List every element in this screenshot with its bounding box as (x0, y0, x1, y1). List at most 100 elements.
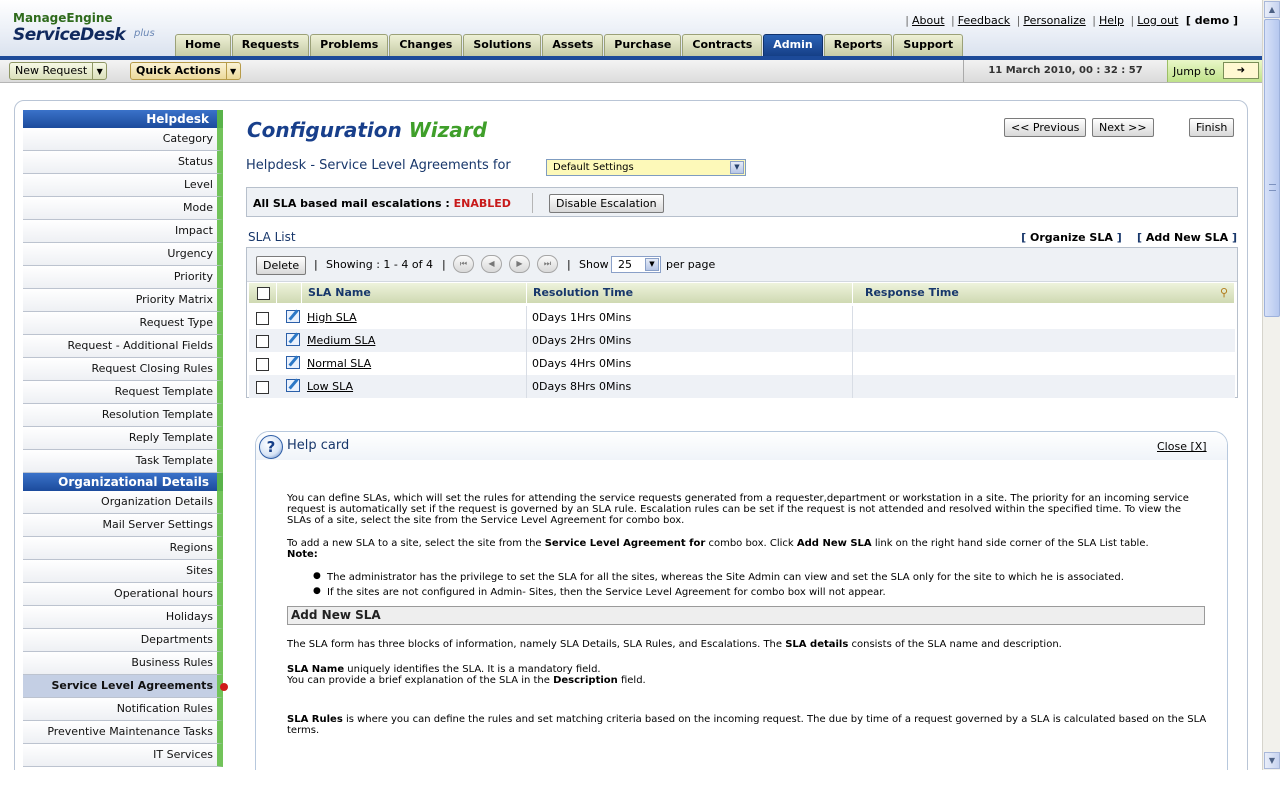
sidebar-item-request-closing-rules[interactable]: Request Closing Rules (23, 358, 223, 381)
sidebar-item-notification-rules[interactable]: Notification Rules (23, 698, 223, 721)
chevron-down-icon[interactable]: ▼ (730, 161, 744, 174)
edit-icon[interactable] (286, 356, 300, 369)
chevron-down-icon[interactable]: ▼ (225, 63, 240, 79)
next-page-icon[interactable]: ▶ (509, 255, 530, 273)
help-card-header: ? Help card Close [X] (256, 432, 1227, 460)
sidebar-item-service-level-agreements[interactable]: Service Level Agreements (23, 675, 228, 698)
response-time (853, 375, 1235, 398)
jump-to-icon[interactable]: ➜ (1223, 62, 1259, 79)
last-page-icon[interactable]: ⏭ (537, 255, 558, 273)
quick-actions-button[interactable]: Quick Actions ▼ (130, 62, 241, 80)
help-link[interactable]: Help (1099, 14, 1124, 27)
sidebar-item-priority-matrix[interactable]: Priority Matrix (23, 289, 223, 312)
sla-name-link[interactable]: Normal SLA (307, 357, 371, 370)
tab-purchase[interactable]: Purchase (604, 34, 682, 56)
about-link[interactable]: About (912, 14, 945, 27)
sidebar-item-resolution-template[interactable]: Resolution Template (23, 404, 223, 427)
sidebar-item-preventive-maintenance-tasks[interactable]: Preventive Maintenance Tasks (23, 721, 223, 744)
sla-name-link[interactable]: Low SLA (307, 380, 353, 393)
row-checkbox[interactable] (256, 357, 269, 371)
tab-changes[interactable]: Changes (389, 34, 463, 56)
scroll-down-icon[interactable]: ▼ (1264, 752, 1280, 769)
add-new-sla-link[interactable]: Add New SLA (1146, 231, 1228, 244)
tab-solutions[interactable]: Solutions (463, 34, 542, 56)
table-row: Normal SLA 0Days 4Hrs 0Mins (249, 352, 1235, 375)
disable-escalation-button[interactable]: Disable Escalation (549, 194, 664, 213)
per-page-select[interactable]: 25 ▼ (611, 256, 661, 273)
help-paragraph: SLA Rules is where you can define the ru… (287, 714, 1207, 736)
site-select[interactable]: Default Settings ▼ (546, 159, 746, 176)
first-page-icon[interactable]: ⏮ (453, 255, 474, 273)
sidebar-item-departments[interactable]: Departments (23, 629, 223, 652)
tab-contracts[interactable]: Contracts (682, 34, 763, 56)
tab-assets[interactable]: Assets (542, 34, 604, 56)
sla-name-link[interactable]: Medium SLA (307, 334, 375, 347)
page-title: Helpdesk - Service Level Agreements for (246, 158, 511, 173)
sidebar-item-request-type[interactable]: Request Type (23, 312, 223, 335)
chevron-down-icon[interactable]: ▼ (92, 63, 106, 79)
organize-sla-link[interactable]: Organize SLA (1030, 231, 1113, 244)
sidebar-item-task-template[interactable]: Task Template (23, 450, 223, 473)
tab-support[interactable]: Support (893, 34, 964, 56)
search-icon[interactable]: ⚲ (1220, 283, 1228, 303)
admin-sidebar: Helpdesk Category Status Level Mode Impa… (23, 110, 228, 767)
vertical-scrollbar[interactable]: ▲ ▼ (1262, 0, 1280, 770)
escalation-label: All SLA based mail escalations : (253, 197, 454, 210)
sidebar-item-regions[interactable]: Regions (23, 537, 223, 560)
tab-admin[interactable]: Admin (763, 34, 823, 56)
sidebar-item-level[interactable]: Level (23, 174, 223, 197)
app-logo[interactable]: ManageEngine ServiceDesk plus (13, 11, 155, 45)
sidebar-item-business-rules[interactable]: Business Rules (23, 652, 223, 675)
sidebar-item-category[interactable]: Category (23, 128, 223, 151)
personalize-link[interactable]: Personalize (1023, 14, 1085, 27)
previous-page-icon[interactable]: ◀ (481, 255, 502, 273)
site-select-value: Default Settings (553, 162, 634, 173)
column-header-resolution-time[interactable]: Resolution Time (527, 283, 853, 303)
help-paragraph: To add a new SLA to a site, select the s… (287, 538, 1149, 549)
finish-button[interactable]: Finish (1189, 118, 1235, 137)
scrollbar-thumb[interactable] (1264, 19, 1280, 317)
column-header-response-time[interactable]: Response Time ⚲ (853, 283, 1235, 303)
new-request-button[interactable]: New Request ▼ (9, 62, 108, 80)
scroll-up-icon[interactable]: ▲ (1264, 1, 1280, 18)
sidebar-item-request-additional-fields[interactable]: Request - Additional Fields (23, 335, 223, 358)
sidebar-item-status[interactable]: Status (23, 151, 223, 174)
sla-name-link[interactable]: High SLA (307, 311, 357, 324)
sidebar-item-priority[interactable]: Priority (23, 266, 223, 289)
next-button[interactable]: Next >> (1092, 118, 1154, 137)
tab-reports[interactable]: Reports (823, 34, 893, 56)
wizard-title-part-2: Wizard (408, 118, 487, 142)
edit-icon[interactable] (286, 379, 300, 392)
sidebar-item-impact[interactable]: Impact (23, 220, 223, 243)
sidebar-item-urgency[interactable]: Urgency (23, 243, 223, 266)
sidebar-item-mode[interactable]: Mode (23, 197, 223, 220)
help-note-label: Note: (287, 549, 318, 560)
select-all-checkbox[interactable] (257, 286, 270, 300)
tab-problems[interactable]: Problems (310, 34, 389, 56)
sidebar-item-mail-server-settings[interactable]: Mail Server Settings (23, 514, 223, 537)
row-checkbox[interactable] (256, 380, 269, 394)
row-checkbox[interactable] (256, 334, 269, 348)
edit-icon[interactable] (286, 310, 300, 323)
sidebar-item-operational-hours[interactable]: Operational hours (23, 583, 223, 606)
feedback-link[interactable]: Feedback (958, 14, 1010, 27)
chevron-down-icon[interactable]: ▼ (645, 258, 659, 271)
table-pager: Delete | Showing : 1 - 4 of 4 | ⏮ ◀ ▶ ⏭ … (247, 248, 1237, 282)
column-header-sla-name[interactable]: SLA Name (302, 283, 527, 303)
logout-link[interactable]: Log out (1137, 14, 1178, 27)
table-header: SLA Name Resolution Time Response Time ⚲ (249, 283, 1235, 303)
row-checkbox[interactable] (256, 311, 269, 325)
close-help-link[interactable]: Close [X] (1157, 440, 1207, 453)
sidebar-item-sites[interactable]: Sites (23, 560, 223, 583)
edit-icon[interactable] (286, 333, 300, 346)
tab-requests[interactable]: Requests (231, 34, 310, 56)
sidebar-item-organization-details[interactable]: Organization Details (23, 491, 223, 514)
sidebar-item-reply-template[interactable]: Reply Template (23, 427, 223, 450)
top-header: ManageEngine ServiceDesk plus | About | Fe… (0, 0, 1262, 58)
sidebar-item-it-services[interactable]: IT Services (23, 744, 223, 767)
tab-home[interactable]: Home (175, 34, 231, 56)
delete-button[interactable]: Delete (256, 256, 307, 275)
sidebar-item-holidays[interactable]: Holidays (23, 606, 223, 629)
previous-button[interactable]: << Previous (1004, 118, 1087, 137)
sidebar-item-request-template[interactable]: Request Template (23, 381, 223, 404)
